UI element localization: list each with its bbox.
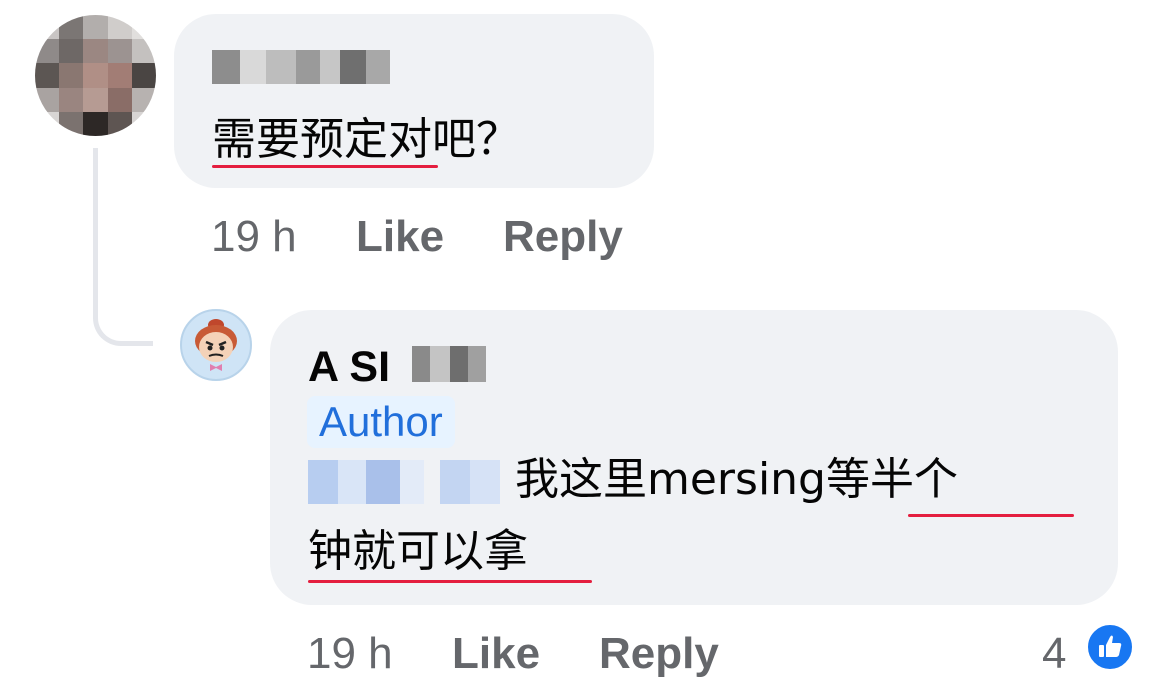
mentioned-name-blurred[interactable]: [308, 460, 500, 504]
reply-button-2[interactable]: Reply: [599, 629, 719, 679]
comment-text-2: 我这里mersing等半个: [515, 454, 958, 505]
commenter-name-blurred[interactable]: [212, 50, 390, 84]
like-thumb-icon[interactable]: [1085, 622, 1135, 672]
comment-timestamp-1[interactable]: 19 h: [211, 212, 297, 262]
author-badge: Author: [307, 396, 455, 448]
author-name-text: A SI: [308, 343, 391, 391]
spellcheck-underline: [308, 580, 592, 583]
comment-timestamp-2[interactable]: 19 h: [307, 629, 393, 679]
commenter-avatar-blurred[interactable]: [35, 15, 156, 136]
spellcheck-underline: [212, 165, 438, 168]
reply-button-1[interactable]: Reply: [503, 212, 623, 262]
reaction-count[interactable]: 4: [1042, 629, 1066, 679]
like-button-2[interactable]: Like: [452, 629, 540, 679]
comment-text-1: 需要预定对吧？: [212, 114, 520, 165]
like-button-1[interactable]: Like: [356, 212, 444, 262]
author-name[interactable]: A SI: [308, 343, 390, 392]
comment-text-2-line2: 钟就可以拿: [308, 526, 528, 577]
author-avatar[interactable]: [180, 309, 252, 381]
spellcheck-underline: [908, 514, 1074, 517]
cartoon-face-icon: [195, 319, 237, 371]
author-name-blurred-part: [412, 346, 486, 382]
reply-thread-connector: [93, 148, 153, 346]
